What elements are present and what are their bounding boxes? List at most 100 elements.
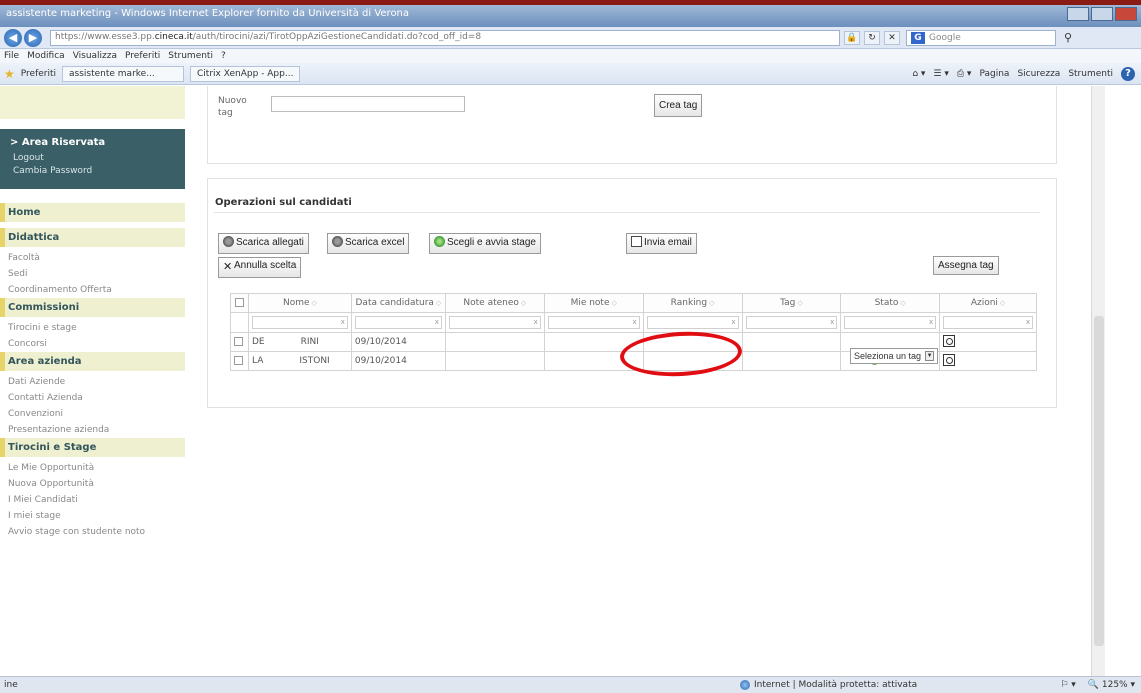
sidebar-item-didattica[interactable]: Didattica: [0, 228, 185, 247]
clear-icon[interactable]: x: [929, 318, 933, 326]
maximize-button[interactable]: [1091, 7, 1113, 21]
tag-select[interactable]: Seleziona un tag ▼: [850, 348, 939, 364]
favorites-label[interactable]: Preferiti: [21, 69, 56, 79]
sidebar-item-tirocini-e-stage[interactable]: Tirocini e Stage: [0, 438, 185, 457]
filter-stato-input[interactable]: x: [844, 316, 937, 329]
protected-mode-icon[interactable]: ⚐ ▾: [1060, 680, 1075, 690]
sidebar-item-sedi[interactable]: Sedi: [0, 266, 185, 282]
clear-icon[interactable]: x: [341, 318, 345, 326]
col-nome[interactable]: Nome ◇: [247, 293, 352, 313]
address-input[interactable]: https://www.esse3.pp.cineca.it/auth/tiro…: [50, 29, 840, 46]
menu-preferiti[interactable]: Preferiti: [125, 51, 160, 61]
col-ranking[interactable]: Ranking ◇: [642, 293, 743, 313]
clear-icon[interactable]: x: [534, 318, 538, 326]
reserved-title[interactable]: > Area Riservata: [10, 137, 175, 148]
clear-icon[interactable]: x: [731, 318, 735, 326]
menu-help[interactable]: ?: [221, 51, 226, 61]
sidebar-item-miei-candidati[interactable]: I Miei Candidati: [0, 492, 185, 508]
create-tag-button[interactable]: Crea tag: [654, 94, 703, 117]
col-tag[interactable]: Tag ◇: [741, 293, 842, 313]
filter-mie-note-input[interactable]: x: [547, 316, 640, 329]
tab-assistente-marketing[interactable]: assistente marke...: [62, 65, 185, 82]
clear-icon[interactable]: x: [830, 318, 834, 326]
col-note-ateneo[interactable]: Note ateneo ◇: [444, 293, 545, 313]
download-excel-button[interactable]: Scarica excel: [327, 233, 410, 254]
clear-icon[interactable]: x: [435, 318, 439, 326]
zone-label: Internet | Modalità protetta: attivata: [754, 680, 918, 690]
sidebar-item-nuova-opportunita[interactable]: Nuova Opportunità: [0, 476, 185, 492]
home-icon[interactable]: ⌂ ▾: [912, 69, 925, 79]
cancel-choice-button[interactable]: ✕ Annulla scelta: [218, 257, 302, 278]
menu-visualizza[interactable]: Visualizza: [73, 51, 117, 61]
pagina-menu[interactable]: Pagina: [979, 69, 1009, 79]
filter-cell: x: [741, 312, 842, 333]
zoom-control[interactable]: 🔍 125% ▾: [1088, 680, 1135, 690]
sidebar-item-mie-opportunita[interactable]: Le Mie Opportunità: [0, 460, 185, 476]
search-input[interactable]: G Google: [906, 29, 1056, 46]
sidebar-item-tirocini-stage[interactable]: Tirocini e stage: [0, 320, 185, 336]
menu-strumenti[interactable]: Strumenti: [168, 51, 213, 61]
choose-start-stage-button[interactable]: Scegli e avvia stage: [429, 233, 541, 254]
minimize-button[interactable]: [1067, 7, 1089, 21]
security-zone[interactable]: Internet | Modalità protetta: attivata: [740, 680, 940, 690]
sidebar-item-facolta[interactable]: Facoltà: [0, 250, 185, 266]
back-icon[interactable]: ◀: [4, 28, 22, 47]
sidebar: > Area Riservata Logout Cambia Password …: [0, 86, 185, 676]
help-icon[interactable]: ?: [1121, 67, 1135, 81]
view-details-icon[interactable]: [943, 334, 956, 347]
assign-tag-button[interactable]: Assegna tag: [933, 256, 999, 275]
clear-icon[interactable]: x: [633, 318, 637, 326]
sidebar-item-convenzioni[interactable]: Convenzioni: [0, 406, 185, 422]
sidebar-item-concorsi[interactable]: Concorsi: [0, 336, 185, 352]
scrollbar-thumb[interactable]: [1094, 316, 1104, 646]
filter-ranking-input[interactable]: x: [646, 316, 739, 329]
sidebar-item-coordinamento[interactable]: Coordinamento Offerta: [0, 282, 185, 298]
sort-icon: ◇: [709, 299, 715, 307]
clear-icon[interactable]: x: [1026, 318, 1030, 326]
refresh-icon[interactable]: ↻: [864, 30, 880, 45]
filter-azioni-input[interactable]: x: [943, 316, 1033, 329]
search-icon[interactable]: ⚲: [1064, 31, 1072, 44]
filter-nome-input[interactable]: x: [251, 316, 348, 329]
sidebar-item-area-azienda[interactable]: Area azienda: [0, 352, 185, 371]
close-button[interactable]: [1115, 7, 1137, 21]
favorites-star-icon[interactable]: ★: [4, 67, 15, 81]
feeds-icon[interactable]: ☰ ▾: [933, 69, 948, 79]
sort-icon: ◇: [900, 299, 906, 307]
sidebar-item-contatti-azienda[interactable]: Contatti Azienda: [0, 390, 185, 406]
row-checkbox[interactable]: [234, 336, 243, 346]
sidebar-item-commissioni[interactable]: Commissioni: [0, 298, 185, 317]
sidebar-item-presentazione-azienda[interactable]: Presentazione azienda: [0, 422, 185, 438]
view-details-icon[interactable]: [943, 353, 956, 366]
col-data-candidatura[interactable]: Data candidatura ◇: [350, 293, 446, 313]
send-email-button[interactable]: Invia email: [626, 233, 697, 254]
new-tag-input[interactable]: [271, 96, 465, 112]
menu-file[interactable]: File: [4, 51, 19, 61]
sidebar-item-home[interactable]: Home: [0, 203, 185, 222]
col-stato[interactable]: Stato ◇: [840, 293, 941, 313]
logout-link[interactable]: Logout: [10, 152, 175, 165]
row-checkbox[interactable]: [234, 355, 243, 365]
stop-icon[interactable]: ✕: [884, 30, 900, 45]
sicurezza-menu[interactable]: Sicurezza: [1017, 69, 1060, 79]
tab-citrix[interactable]: Citrix XenApp - App...: [190, 65, 301, 82]
vertical-scrollbar[interactable]: [1091, 86, 1105, 676]
sidebar-item-dati-aziende[interactable]: Dati Aziende: [0, 374, 185, 390]
col-azioni[interactable]: Azioni ◇: [939, 293, 1037, 313]
lock-icon[interactable]: 🔒: [844, 30, 860, 45]
sidebar-item-avvio-stage[interactable]: Avvio stage con studente noto: [0, 524, 185, 540]
filter-data-input[interactable]: x: [354, 316, 442, 329]
menu-modifica[interactable]: Modifica: [27, 51, 65, 61]
col-mie-note[interactable]: Mie note ◇: [543, 293, 644, 313]
download-attachments-button[interactable]: Scarica allegati: [218, 233, 309, 254]
print-icon[interactable]: ⎙ ▾: [957, 69, 972, 79]
sidebar-item-miei-stage[interactable]: I miei stage: [0, 508, 185, 524]
strumenti-menu[interactable]: Strumenti: [1068, 69, 1113, 79]
filter-tag-input[interactable]: x: [745, 316, 838, 329]
menu-bar: File Modifica Visualizza Preferiti Strum…: [0, 49, 1141, 63]
forward-icon[interactable]: ▶: [24, 28, 42, 47]
change-password-link[interactable]: Cambia Password: [10, 165, 175, 178]
filter-note-ateneo-input[interactable]: x: [448, 316, 541, 329]
zoom-level: 125%: [1101, 680, 1128, 690]
select-all-checkbox[interactable]: [234, 297, 244, 307]
